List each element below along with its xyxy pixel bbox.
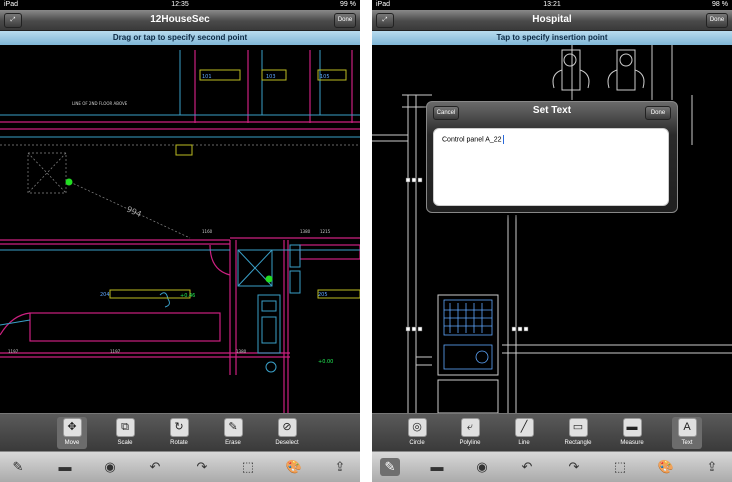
tool-label: Measure xyxy=(620,440,644,446)
polyline-icon: ⤶ xyxy=(460,418,480,437)
select-window-icon[interactable]: ⬚ xyxy=(238,458,258,476)
redo-icon[interactable]: ↷ xyxy=(564,458,584,476)
right-screen: iPad 13:21 98 % ⤢ Hospital Done Tap to s… xyxy=(372,0,732,482)
move-icon: ✥ xyxy=(62,418,82,437)
tool-label: Erase xyxy=(225,440,241,446)
dimension-label: 1380 xyxy=(300,229,311,234)
comment-icon[interactable]: ▬ xyxy=(427,458,447,476)
text-input[interactable]: Control panel A_22 xyxy=(433,128,669,206)
tool-rotate[interactable]: ↻ Rotate xyxy=(164,417,194,449)
share-icon[interactable]: ⇪ xyxy=(330,458,350,476)
command-prompt: Tap to specify insertion point xyxy=(372,31,732,45)
snap-point-1[interactable] xyxy=(65,178,73,186)
tool-label: Polyline xyxy=(459,440,481,446)
dimension-label: 1197 xyxy=(8,349,19,354)
text-input-value: Control panel A_22 xyxy=(442,136,502,144)
edit-mode-icon[interactable]: ✎ xyxy=(8,458,28,476)
drawing-canvas[interactable]: 101 103 105 204 205 LINE OF 2ND FLOOR AB… xyxy=(0,45,360,413)
view-icon[interactable]: ◉ xyxy=(100,458,120,476)
tool-line[interactable]: ╱ Line xyxy=(509,417,539,449)
dialog-title: Set Text xyxy=(532,105,572,116)
deselect-icon: ⊘ xyxy=(277,418,297,437)
redo-icon[interactable]: ↷ xyxy=(192,458,212,476)
dimension-label: 1380 xyxy=(236,349,247,354)
tool-label: Text xyxy=(681,440,693,446)
nav-bar: ⤢ Hospital Done xyxy=(372,10,732,31)
tool-label: Circle xyxy=(409,440,425,446)
dialog-done-button[interactable]: Done xyxy=(645,106,671,120)
tool-toolbar: ✥ Move ⧉ Scale ↻ Rotate ✎ Erase ⊘ Desele… xyxy=(0,413,360,451)
tool-erase[interactable]: ✎ Erase xyxy=(218,417,248,449)
circle-icon: ◎ xyxy=(407,418,427,437)
tool-scale[interactable]: ⧉ Scale xyxy=(110,417,140,449)
snap-point-2[interactable] xyxy=(265,275,273,283)
distance-readout: 994 xyxy=(125,205,143,219)
tool-toolbar: ◎ Circle ⤶ Polyline ╱ Line ▭ Rectangle ▬… xyxy=(372,413,732,451)
left-screen: iPad 12:35 99 % ⤢ 12HouseSec Done Drag o… xyxy=(0,0,360,482)
tool-deselect[interactable]: ⊘ Deselect xyxy=(272,417,302,449)
tool-label: Move xyxy=(64,440,80,446)
dimension-label: 1197 xyxy=(110,349,121,354)
tool-label: Rectangle xyxy=(564,440,592,446)
drawing-title: Hospital xyxy=(532,14,572,25)
edit-mode-icon[interactable]: ✎ xyxy=(380,458,400,476)
tool-polyline[interactable]: ⤶ Polyline xyxy=(455,417,485,449)
undo-icon[interactable]: ↶ xyxy=(145,458,165,476)
dimension-label: 1215 xyxy=(320,229,331,234)
done-button[interactable]: Done xyxy=(334,13,356,28)
tool-rectangle[interactable]: ▭ Rectangle xyxy=(563,417,593,449)
select-window-icon[interactable]: ⬚ xyxy=(610,458,630,476)
measure-icon: ▬ xyxy=(622,418,642,437)
text-caret xyxy=(502,135,504,144)
room-label: 105 xyxy=(320,74,330,80)
tool-text[interactable]: A Text xyxy=(672,417,702,449)
drawing-title: 12HouseSec xyxy=(150,14,210,25)
tool-label: Deselect xyxy=(275,440,299,446)
line-icon: ╱ xyxy=(514,418,534,437)
room-label: 103 xyxy=(266,74,276,80)
bottom-bar: ✎ ▬ ◉ ↶ ↷ ⬚ 🎨 ⇪ xyxy=(0,451,360,482)
tool-label: Rotate xyxy=(170,440,188,446)
eraser-icon: ✎ xyxy=(223,418,243,437)
dimension-label: 1160 xyxy=(202,229,213,234)
clock: 12:35 xyxy=(171,1,189,8)
status-bar: iPad 13:21 98 % xyxy=(372,0,732,10)
text-icon: A xyxy=(677,418,697,437)
command-prompt: Drag or tap to specify second point xyxy=(0,31,360,45)
room-label: 205 xyxy=(318,292,328,298)
drawing-note: LINE OF 2ND FLOOR ABOVE xyxy=(72,101,128,106)
bottom-bar: ✎ ▬ ◉ ↶ ↷ ⬚ 🎨 ⇪ xyxy=(372,451,732,482)
room-label: 204 xyxy=(100,292,110,298)
comment-icon[interactable]: ▬ xyxy=(55,458,75,476)
level-mark: +0.00 xyxy=(318,359,333,365)
scale-icon: ⧉ xyxy=(115,418,135,437)
palette-icon[interactable]: 🎨 xyxy=(284,458,304,476)
tool-label: Line xyxy=(518,440,530,446)
rectangle-icon: ▭ xyxy=(568,418,588,437)
tool-move[interactable]: ✥ Move xyxy=(57,417,87,449)
palette-icon[interactable]: 🎨 xyxy=(656,458,676,476)
room-label: 101 xyxy=(202,74,212,80)
undo-icon[interactable]: ↶ xyxy=(517,458,537,476)
battery-label: 99 % xyxy=(340,1,356,8)
done-button[interactable]: Done xyxy=(706,13,728,28)
set-text-dialog: Cancel Set Text Done Control panel A_22 xyxy=(426,101,678,213)
level-mark: +0.46 xyxy=(180,293,195,299)
tool-measure[interactable]: ▬ Measure xyxy=(617,417,647,449)
nav-bar: ⤢ 12HouseSec Done xyxy=(0,10,360,31)
view-icon[interactable]: ◉ xyxy=(472,458,492,476)
tool-circle[interactable]: ◎ Circle xyxy=(402,417,432,449)
tool-label: Scale xyxy=(117,440,133,446)
floorplan-drawing: 101 103 105 204 205 LINE OF 2ND FLOOR AB… xyxy=(0,50,360,413)
rotate-icon: ↻ xyxy=(169,418,189,437)
status-bar: iPad 12:35 99 % xyxy=(0,0,360,10)
share-icon[interactable]: ⇪ xyxy=(702,458,722,476)
clock: 13:21 xyxy=(543,1,561,8)
battery-label: 98 % xyxy=(712,1,728,8)
